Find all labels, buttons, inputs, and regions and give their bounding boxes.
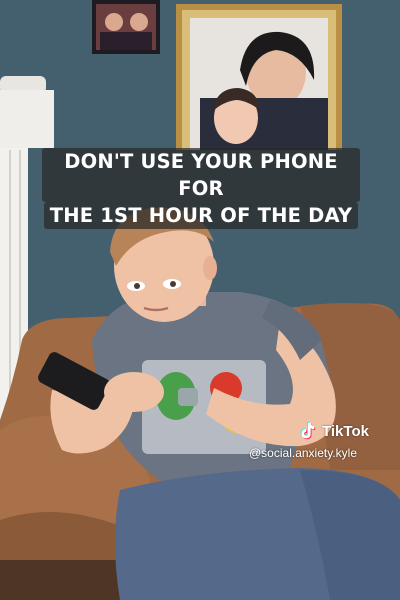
tiktok-logo-icon — [300, 421, 316, 440]
creator-handle: @social.anxiety.kyle — [249, 446, 357, 460]
small-wall-photo — [92, 0, 160, 54]
caption-line-2: THE 1ST HOUR OF THE DAY — [43, 202, 359, 229]
video-caption: DON'T USE YOUR PHONE FOR THE 1ST HOUR OF… — [42, 148, 360, 229]
video-frame — [0, 0, 400, 600]
framed-photo — [176, 4, 342, 150]
tiktok-brand-label: TikTok — [322, 422, 369, 440]
tiktok-watermark: TikTok — [296, 420, 369, 442]
caption-line-1: DON'T USE YOUR PHONE FOR — [42, 148, 360, 202]
